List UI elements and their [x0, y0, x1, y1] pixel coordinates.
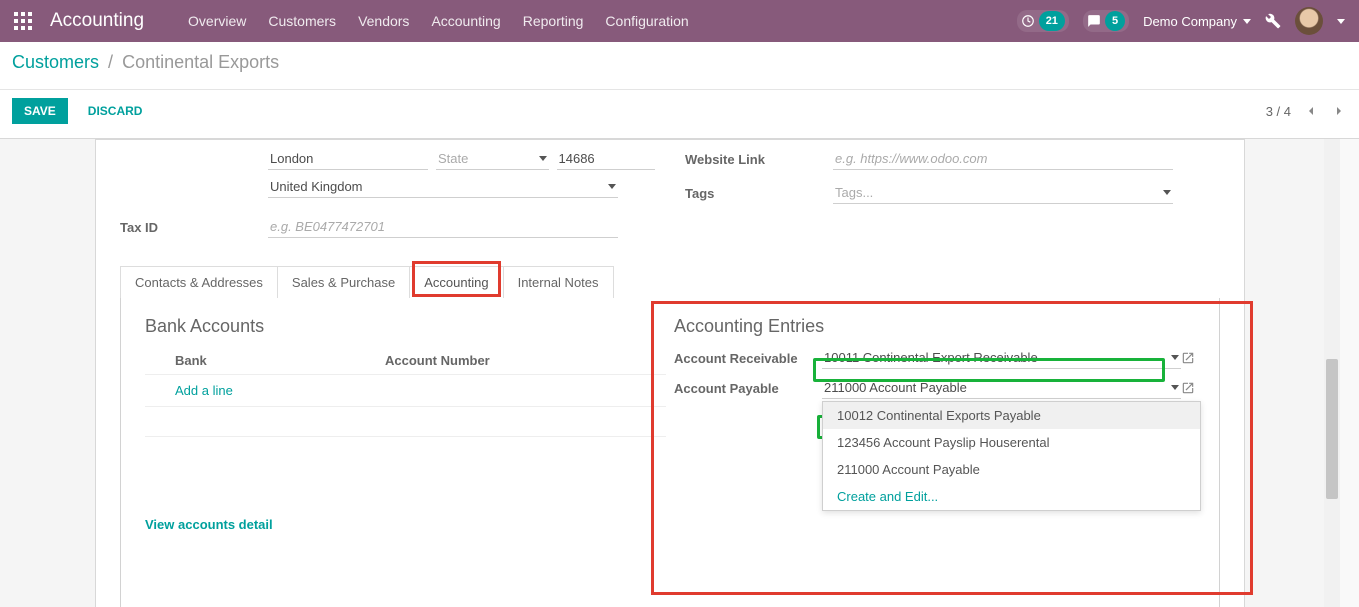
website-label: Website Link: [685, 152, 833, 167]
tab-contacts[interactable]: Contacts & Addresses: [120, 266, 278, 298]
activity-count-badge: 21: [1039, 11, 1065, 31]
nav-links: Overview Customers Vendors Accounting Re…: [188, 13, 689, 29]
bank-col-bank: Bank: [175, 353, 385, 368]
breadcrumb-root[interactable]: Customers: [12, 52, 99, 72]
bank-col-account-number: Account Number: [385, 353, 490, 368]
form-sheet: State United Kingdom Tax ID: [95, 139, 1245, 607]
tax-id-input[interactable]: [268, 216, 618, 238]
top-navbar: Accounting Overview Customers Vendors Ac…: [0, 0, 1359, 42]
tab-internal-notes[interactable]: Internal Notes: [503, 266, 614, 298]
state-select[interactable]: State: [436, 148, 549, 170]
user-avatar[interactable]: [1295, 7, 1323, 35]
pager-prev-icon[interactable]: [1303, 103, 1319, 119]
account-payable-dropdown: 10012 Continental Exports Payable 123456…: [822, 401, 1201, 511]
brand-title[interactable]: Accounting: [50, 10, 144, 32]
tax-id-label: Tax ID: [120, 220, 268, 235]
nav-accounting[interactable]: Accounting: [431, 13, 500, 29]
messages-count-badge: 5: [1105, 11, 1125, 31]
debug-icon[interactable]: [1265, 13, 1281, 29]
zip-input[interactable]: [557, 148, 656, 170]
form-tabs: Contacts & Addresses Sales & Purchase Ac…: [120, 266, 1220, 298]
tags-label: Tags: [685, 186, 833, 201]
bank-accounts-section: Bank Accounts Bank Account Number Add a …: [145, 316, 666, 593]
nav-overview[interactable]: Overview: [188, 13, 246, 29]
dropdown-option[interactable]: 10012 Continental Exports Payable: [823, 402, 1200, 429]
actions-row: SAVE DISCARD 3 / 4: [0, 90, 1359, 139]
nav-configuration[interactable]: Configuration: [605, 13, 688, 29]
navbar-right: 21 5 Demo Company: [1017, 7, 1345, 35]
company-name: Demo Company: [1143, 14, 1237, 29]
breadcrumb-separator: /: [104, 52, 117, 72]
tab-sales-purchase[interactable]: Sales & Purchase: [277, 266, 410, 298]
breadcrumb-current: Continental Exports: [122, 52, 279, 72]
website-input[interactable]: [833, 148, 1173, 170]
bank-add-line[interactable]: Add a line: [145, 375, 666, 407]
apps-icon[interactable]: [14, 12, 32, 30]
form-left-column: State United Kingdom Tax ID: [120, 140, 655, 238]
caret-down-icon: [1243, 19, 1251, 24]
vertical-scrollbar[interactable]: [1324, 139, 1340, 607]
bank-empty-row: [145, 407, 666, 437]
city-input[interactable]: [268, 148, 428, 170]
pager: 3 / 4: [1266, 103, 1347, 119]
bank-accounts-table: Bank Account Number Add a line: [145, 347, 666, 437]
breadcrumb-row: Customers / Continental Exports: [0, 42, 1359, 90]
tags-select[interactable]: Tags...: [833, 182, 1173, 204]
highlight-receivable-input: [813, 358, 1165, 382]
form-right-column: Website Link Tags Tags...: [655, 140, 1220, 238]
company-switcher[interactable]: Demo Company: [1143, 14, 1251, 29]
discard-button[interactable]: DISCARD: [76, 98, 155, 124]
form-scroll-area: State United Kingdom Tax ID: [0, 139, 1340, 607]
nav-vendors[interactable]: Vendors: [358, 13, 409, 29]
save-button[interactable]: SAVE: [12, 98, 68, 124]
activity-indicator[interactable]: 21: [1017, 10, 1069, 32]
pager-text: 3 / 4: [1266, 104, 1291, 119]
dropdown-option[interactable]: 123456 Account Payslip Houserental: [823, 429, 1200, 456]
bank-accounts-title: Bank Accounts: [145, 316, 666, 337]
dropdown-option[interactable]: 211000 Account Payable: [823, 456, 1200, 483]
messages-indicator[interactable]: 5: [1083, 10, 1129, 32]
dropdown-create-edit[interactable]: Create and Edit...: [823, 483, 1200, 510]
nav-reporting[interactable]: Reporting: [523, 13, 584, 29]
nav-customers[interactable]: Customers: [268, 13, 336, 29]
highlight-tab-accounting: [412, 261, 501, 297]
caret-down-icon: [1337, 19, 1345, 24]
scrollbar-thumb[interactable]: [1326, 359, 1338, 499]
country-select[interactable]: United Kingdom: [268, 176, 618, 198]
pager-next-icon[interactable]: [1331, 103, 1347, 119]
view-accounts-detail-link[interactable]: View accounts detail: [145, 517, 666, 532]
